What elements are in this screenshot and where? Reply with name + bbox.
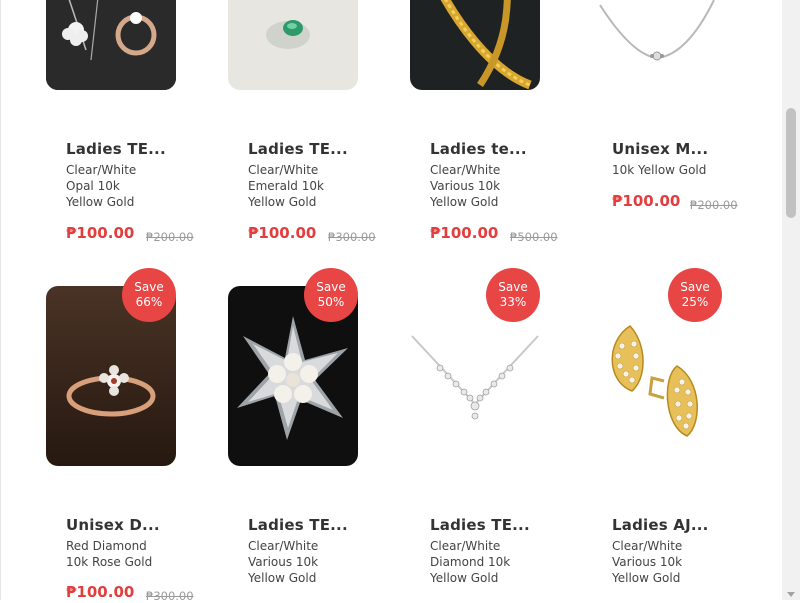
desc-line: 10k Yellow Gold bbox=[612, 163, 707, 177]
product-name[interactable]: Ladies AJ... bbox=[612, 516, 709, 534]
original-price: ₱200.00 bbox=[146, 230, 194, 244]
product-price: ₱100.00 bbox=[612, 192, 681, 210]
original-price: ₱500.00 bbox=[510, 230, 558, 244]
product-price: ₱100.00 bbox=[66, 583, 135, 601]
original-price: ₱300.00 bbox=[328, 230, 376, 244]
product-card[interactable]: Save 66% Unisex D... Red Diamond 10k Ros… bbox=[46, 268, 216, 603]
product-name[interactable]: Ladies te... bbox=[430, 140, 527, 158]
product-image[interactable] bbox=[228, 0, 358, 90]
product-description: Clear/White Various 10k Yellow Gold bbox=[430, 162, 540, 210]
save-percent: 66% bbox=[135, 295, 163, 309]
product-description: Clear/White Emerald 10k Yellow Gold bbox=[248, 162, 358, 210]
product-description: Red Diamond 10k Rose Gold bbox=[66, 538, 176, 570]
scrollbar-thumb[interactable] bbox=[786, 108, 796, 218]
product-image[interactable] bbox=[410, 0, 540, 90]
product-name[interactable]: Ladies TE... bbox=[430, 516, 530, 534]
product-name[interactable]: Unisex M... bbox=[612, 140, 708, 158]
save-label: Save bbox=[134, 280, 164, 294]
product-price: ₱100.00 bbox=[430, 224, 499, 242]
save-badge: Save 33% bbox=[486, 268, 540, 322]
scroll-down-arrow-icon[interactable] bbox=[787, 592, 795, 597]
save-badge: Save 50% bbox=[304, 268, 358, 322]
desc-line: Yellow Gold bbox=[430, 571, 499, 585]
product-description: Clear/White Opal 10k Yellow Gold bbox=[66, 162, 176, 210]
desc-line: Red Diamond bbox=[66, 539, 147, 553]
product-image[interactable] bbox=[592, 0, 722, 90]
save-label: Save bbox=[316, 280, 346, 294]
desc-line: Various 10k bbox=[430, 179, 501, 193]
product-price: ₱100.00 bbox=[248, 224, 317, 242]
product-name[interactable]: Ladies TE... bbox=[248, 140, 348, 158]
save-label: Save bbox=[498, 280, 528, 294]
desc-line: Emerald 10k bbox=[248, 179, 324, 193]
save-percent: 33% bbox=[499, 295, 527, 309]
product-card[interactable]: Save 50% Ladies TE... Clear/White Variou… bbox=[228, 268, 398, 600]
desc-line: Opal 10k bbox=[66, 179, 120, 193]
desc-line: Clear/White bbox=[66, 163, 137, 177]
product-image[interactable] bbox=[46, 0, 176, 90]
desc-line: Various 10k bbox=[248, 555, 319, 569]
product-card[interactable]: Ladies TE... Clear/White Emerald 10k Yel… bbox=[228, 0, 398, 260]
desc-line: Clear/White bbox=[612, 539, 683, 553]
product-card[interactable]: Ladies TE... Clear/White Opal 10k Yellow… bbox=[46, 0, 216, 260]
save-badge: Save 25% bbox=[668, 268, 722, 322]
save-percent: 50% bbox=[317, 295, 345, 309]
desc-line: Yellow Gold bbox=[248, 571, 317, 585]
desc-line: Yellow Gold bbox=[430, 195, 499, 209]
desc-line: Yellow Gold bbox=[248, 195, 317, 209]
vertical-scrollbar[interactable] bbox=[782, 0, 800, 600]
product-name[interactable]: Unisex D... bbox=[66, 516, 160, 534]
product-price: ₱100.00 bbox=[66, 224, 135, 242]
desc-line: Various 10k bbox=[612, 555, 683, 569]
product-name[interactable]: Ladies TE... bbox=[248, 516, 348, 534]
desc-line: Clear/White bbox=[248, 539, 319, 553]
product-description: Clear/White Various 10k Yellow Gold bbox=[248, 538, 358, 586]
product-description: Clear/White Various 10k Yellow Gold bbox=[612, 538, 722, 586]
save-badge: Save 66% bbox=[122, 268, 176, 322]
product-description: 10k Yellow Gold bbox=[612, 162, 722, 178]
desc-line: Yellow Gold bbox=[66, 195, 135, 209]
product-card[interactable]: Save 25% Ladies AJ... Clear/White Variou… bbox=[592, 268, 762, 600]
product-card[interactable]: Save 33% Ladies TE... Clear/White Diamon… bbox=[410, 268, 580, 600]
desc-line: Clear/White bbox=[430, 163, 501, 177]
product-grid: Ladies TE... Clear/White Opal 10k Yellow… bbox=[0, 0, 782, 603]
desc-line: Clear/White bbox=[248, 163, 319, 177]
original-price: ₱300.00 bbox=[146, 589, 194, 603]
desc-line: Diamond 10k bbox=[430, 555, 511, 569]
save-label: Save bbox=[680, 280, 710, 294]
original-price: ₱200.00 bbox=[690, 198, 738, 212]
product-description: Clear/White Diamond 10k Yellow Gold bbox=[430, 538, 540, 586]
desc-line: Yellow Gold bbox=[612, 571, 681, 585]
save-percent: 25% bbox=[681, 295, 709, 309]
product-name[interactable]: Ladies TE... bbox=[66, 140, 166, 158]
desc-line: 10k Rose Gold bbox=[66, 555, 153, 569]
product-card[interactable]: Ladies te... Clear/White Various 10k Yel… bbox=[410, 0, 580, 260]
desc-line: Clear/White bbox=[430, 539, 501, 553]
product-card[interactable]: Unisex M... 10k Yellow Gold ₱100.00 ₱200… bbox=[592, 0, 762, 260]
